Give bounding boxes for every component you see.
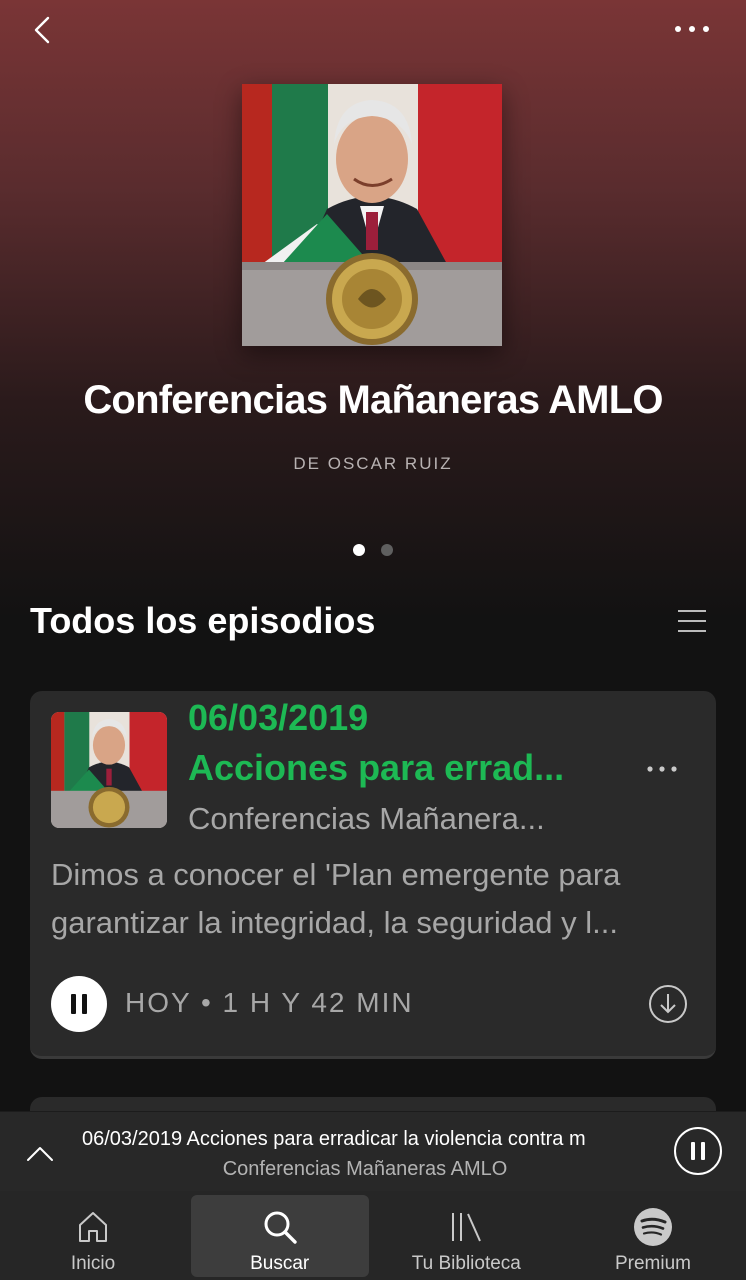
section-title: Todos los episodios <box>30 600 376 641</box>
home-icon <box>79 1212 107 1242</box>
tab-buscar[interactable]: Buscar <box>190 1195 369 1277</box>
ellipsis-icon <box>675 26 709 32</box>
now-playing-bar[interactable]: 06/03/2019 Acciones para erradicar la vi… <box>0 1111 746 1191</box>
episode-title: Acciones para errad... <box>188 747 565 788</box>
tab-inicio[interactable]: Inicio <box>0 1195 186 1277</box>
download-icon <box>649 985 687 1023</box>
player-pause-button[interactable] <box>674 1127 722 1175</box>
episode-more-button[interactable] <box>644 757 680 781</box>
pause-icon <box>71 994 87 1014</box>
podcast-title: Conferencias Mañaneras AMLO <box>83 378 663 422</box>
episode-meta: HOY • 1 H Y 42 MIN <box>125 987 414 1018</box>
menu-line-icon <box>678 610 706 612</box>
page-dot-2[interactable] <box>381 544 393 556</box>
spotify-icon <box>633 1208 672 1246</box>
chevron-left-icon <box>34 16 50 44</box>
sort-filter-button[interactable] <box>678 610 706 632</box>
page-indicator <box>0 544 746 556</box>
chevron-up-icon <box>27 1147 53 1161</box>
episode-show-name: Conferencias Mañanera... <box>188 801 545 836</box>
library-icon <box>452 1213 482 1242</box>
now-playing-track: 06/03/2019 Acciones para erradicar la vi… <box>82 1128 586 1150</box>
back-button[interactable] <box>24 12 60 48</box>
ellipsis-icon <box>647 766 677 772</box>
tab-label: Buscar <box>250 1253 310 1274</box>
top-bar <box>0 0 746 60</box>
menu-line-icon <box>678 630 706 632</box>
tab-tu-biblioteca[interactable]: Tu Biblioteca <box>373 1195 559 1277</box>
tab-premium[interactable]: Premium <box>560 1195 746 1277</box>
download-button[interactable] <box>648 984 688 1024</box>
now-playing-show: Conferencias Mañaneras AMLO <box>222 1158 508 1180</box>
search-icon <box>264 1211 297 1244</box>
podcast-cover-art <box>242 84 502 346</box>
cover-photo <box>242 84 502 346</box>
tab-label: Premium <box>614 1253 691 1274</box>
page-dot-1[interactable] <box>353 544 365 556</box>
episode-pause-button[interactable] <box>51 976 107 1032</box>
episode-description: Dimos a conocer el 'Plan emergente para … <box>51 857 621 940</box>
tab-label: Inicio <box>70 1253 116 1274</box>
menu-line-icon <box>678 620 706 622</box>
expand-player-button[interactable] <box>22 1136 58 1172</box>
episode-date: 06/03/2019 <box>188 697 369 738</box>
pause-icon <box>691 1142 705 1160</box>
podcast-author[interactable]: DE OSCAR RUIZ <box>0 454 746 474</box>
tab-label: Tu Biblioteca <box>411 1253 521 1274</box>
episode-thumbnail-image <box>51 712 167 828</box>
episode-card[interactable]: 06/03/2019 Acciones para errad... Confer… <box>30 691 716 1059</box>
episode-thumbnail <box>51 712 167 828</box>
bottom-tab-bar: Inicio Buscar Tu Biblioteca Premium <box>0 1191 746 1280</box>
more-options-button[interactable] <box>668 14 716 44</box>
